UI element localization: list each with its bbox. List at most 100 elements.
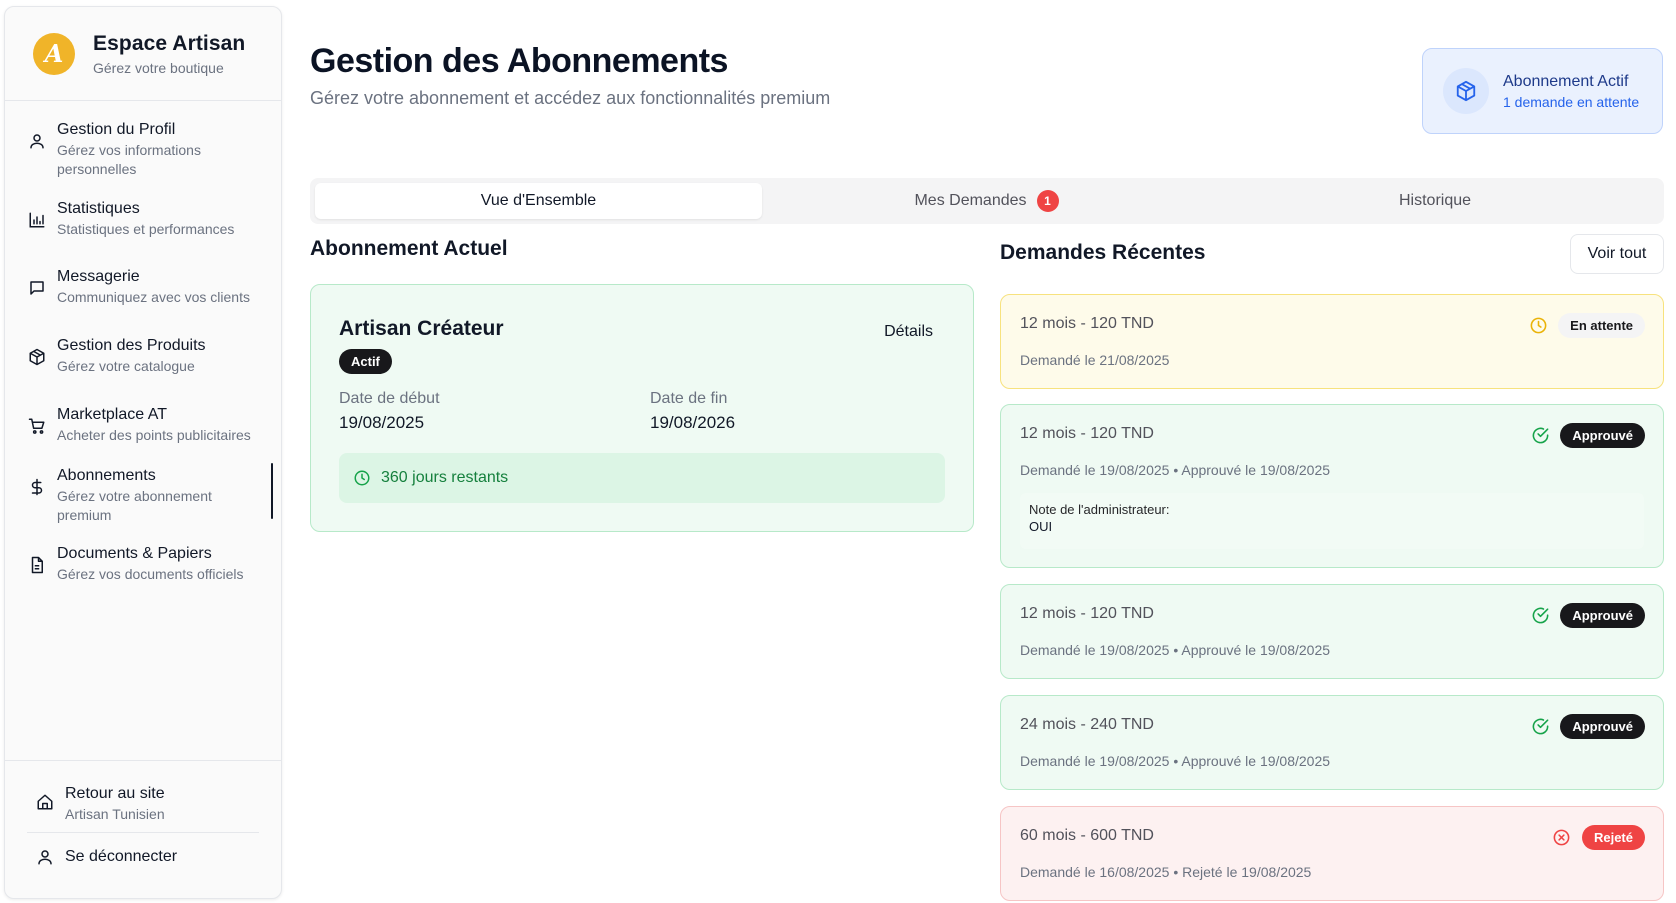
sidebar-item-description: Gérez vos informations personnelles [57, 142, 201, 177]
sidebar: A Espace Artisan Gérez votre boutique Ge… [4, 6, 282, 899]
request-card[interactable]: 12 mois - 120 TND Demandé le 19/08/2025 … [1000, 404, 1664, 568]
brand[interactable]: A Espace Artisan Gérez votre boutique [5, 7, 281, 101]
sidebar-item-description: Gérez vos documents officiels [57, 566, 244, 582]
user-icon [33, 845, 57, 869]
sidebar-item-messaging[interactable]: Messagerie Communiquez avec vos clients [5, 266, 281, 307]
brand-logo: A [33, 32, 75, 75]
request-meta: Demandé le 19/08/2025 • Approuvé le 19/0… [1020, 462, 1331, 478]
cube-icon [1443, 68, 1489, 114]
start-date-value: 19/08/2025 [339, 413, 425, 432]
request-meta: Demandé le 19/08/2025 • Approuvé le 19/0… [1020, 642, 1331, 658]
status-badge: Actif [339, 349, 392, 374]
see-all-button[interactable]: Voir tout [1570, 234, 1664, 274]
admin-note-value: OUI [1029, 519, 1053, 534]
sidebar-item-label: Documents & Papiers [57, 545, 212, 562]
brand-title: Espace Artisan [93, 31, 246, 55]
message-icon [25, 276, 49, 300]
back-to-site-label: Retour au site [65, 785, 165, 802]
sidebar-item-marketplace[interactable]: Marketplace AT Acheter des points public… [5, 404, 281, 445]
admin-note: Note de l'administrateur: OUI [1020, 493, 1644, 549]
sidebar-item-description: Statistiques et performances [57, 221, 235, 237]
tab-label: Mes Demandes [914, 192, 1027, 209]
details-button[interactable]: Détails [884, 323, 933, 341]
check-circle-icon [1530, 717, 1550, 737]
dollar-icon [25, 475, 49, 499]
sidebar-item-description: Communiquez avec vos clients [57, 289, 250, 305]
x-circle-icon [1552, 828, 1572, 848]
sidebar-item-description: Gérez votre catalogue [57, 358, 195, 374]
logout-label: Se déconnecter [65, 848, 178, 865]
sidebar-item-statistics[interactable]: Statistiques Statistiques et performance… [5, 198, 281, 239]
tab-label: Vue d'Ensemble [480, 192, 597, 209]
request-card[interactable]: 12 mois - 120 TND Demandé le 21/08/2025 … [1000, 294, 1664, 389]
page-subtitle: Gérez votre abonnement et accédez aux fo… [310, 88, 831, 108]
sidebar-item-description: Gérez votre abonnement premium [57, 488, 212, 523]
sidebar-item-subscriptions[interactable]: Abonnements Gérez votre abonnement premi… [5, 463, 281, 525]
logout-button[interactable]: Se déconnecter [33, 845, 177, 869]
status-pill: Approuvé [1560, 714, 1645, 739]
sidebar-footer: Retour au site Artisan Tunisien Se décon… [5, 760, 281, 898]
request-title: 24 mois - 240 TND [1020, 716, 1154, 733]
footer-divider [27, 832, 259, 833]
current-subscription-card: Artisan Créateur Détails Actif Date de d… [310, 284, 974, 532]
request-meta: Demandé le 16/08/2025 • Rejeté le 19/08/… [1020, 864, 1312, 880]
tab-overview[interactable]: Vue d'Ensemble [315, 183, 762, 219]
request-status: Approuvé [1530, 603, 1645, 628]
clock-icon [1528, 316, 1548, 336]
status-pill: Approuvé [1560, 603, 1645, 628]
request-status: Approuvé [1530, 714, 1645, 739]
request-title: 12 mois - 120 TND [1020, 425, 1154, 442]
sidebar-item-products[interactable]: Gestion des Produits Gérez votre catalog… [5, 335, 281, 376]
tab-my-requests[interactable]: Mes Demandes 1 [762, 183, 1211, 219]
request-card[interactable]: 60 mois - 600 TND Demandé le 16/08/2025 … [1000, 806, 1664, 901]
user-icon [25, 129, 49, 153]
page-title: Gestion des Abonnements [310, 42, 728, 80]
request-title: 12 mois - 120 TND [1020, 315, 1154, 332]
clock-icon [354, 470, 370, 486]
admin-note-label: Note de l'administrateur: [1029, 502, 1170, 517]
request-meta: Demandé le 21/08/2025 [1020, 352, 1170, 368]
recent-requests-heading: Demandes Récentes [1000, 241, 1206, 264]
sidebar-item-profile[interactable]: Gestion du Profil Gérez vos informations… [5, 119, 281, 179]
document-icon [25, 553, 49, 577]
check-circle-icon [1530, 426, 1550, 446]
sidebar-item-label: Statistiques [57, 200, 140, 217]
back-to-site-sub: Artisan Tunisien [65, 806, 165, 822]
cart-icon [25, 414, 49, 438]
request-title: 60 mois - 600 TND [1020, 827, 1154, 844]
request-card[interactable]: 24 mois - 240 TND Demandé le 19/08/2025 … [1000, 695, 1664, 790]
brand-subtitle: Gérez votre boutique [93, 59, 224, 76]
status-pill: Approuvé [1560, 423, 1645, 448]
tab-bar: Vue d'Ensemble Mes Demandes 1 Historique [310, 178, 1664, 224]
sidebar-item-label: Marketplace AT [57, 406, 167, 423]
end-date-value: 19/08/2026 [650, 413, 736, 432]
tab-history[interactable]: Historique [1211, 183, 1659, 219]
package-icon [25, 345, 49, 369]
start-date-label: Date de début [339, 390, 440, 407]
back-to-site-link[interactable]: Retour au site Artisan Tunisien [33, 783, 265, 824]
status-pill: Rejeté [1581, 825, 1645, 850]
bar-chart-icon [25, 208, 49, 232]
request-meta: Demandé le 19/08/2025 • Approuvé le 19/0… [1020, 753, 1331, 769]
sidebar-item-documents[interactable]: Documents & Papiers Gérez vos documents … [5, 543, 281, 584]
sidebar-item-label: Abonnements [57, 467, 156, 484]
request-status: Rejeté [1552, 825, 1645, 850]
check-circle-icon [1530, 606, 1550, 626]
current-subscription-heading: Abonnement Actuel [310, 237, 508, 260]
notification-badge: 1 [1036, 190, 1059, 212]
status-title: Abonnement Actif [1503, 72, 1629, 90]
home-icon [33, 790, 57, 814]
end-date-label: Date de fin [650, 390, 728, 407]
request-title: 12 mois - 120 TND [1020, 605, 1154, 622]
sidebar-item-label: Gestion des Produits [57, 337, 206, 354]
request-status: Approuvé [1530, 423, 1645, 448]
days-remaining-text: 360 jours restants [381, 469, 509, 486]
sidebar-item-label: Gestion du Profil [57, 121, 176, 138]
request-status: En attente [1528, 313, 1645, 338]
sidebar-item-label: Messagerie [57, 268, 140, 285]
status-pill: En attente [1558, 313, 1645, 338]
sidebar-item-description: Acheter des points publicitaires [57, 427, 251, 443]
tab-label: Historique [1398, 192, 1472, 209]
request-card[interactable]: 12 mois - 120 TND Demandé le 19/08/2025 … [1000, 584, 1664, 679]
subscription-status-card[interactable]: Abonnement Actif 1 demande en attente [1422, 48, 1663, 134]
